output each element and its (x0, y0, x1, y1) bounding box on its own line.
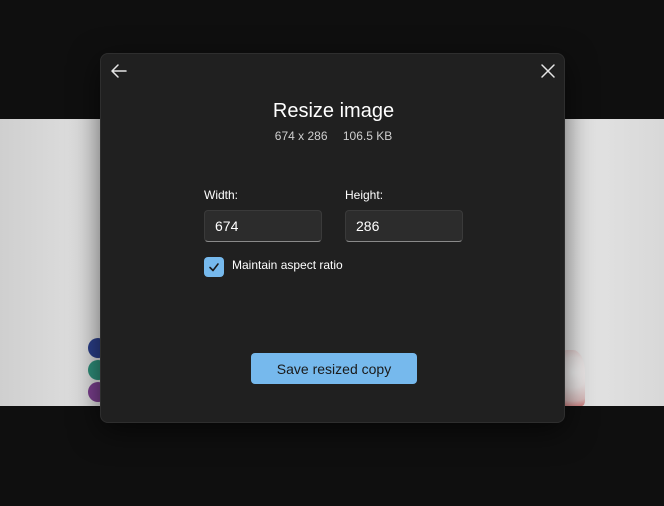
checkmark-icon (209, 263, 219, 272)
image-dimensions: 674 x 286 (274, 129, 328, 143)
save-resized-copy-button[interactable]: Save resized copy (251, 353, 417, 384)
close-icon (541, 64, 555, 78)
back-button[interactable] (105, 57, 133, 85)
dialog-title: Resize image (272, 100, 395, 122)
maintain-aspect-ratio-label: Maintain aspect ratio (232, 258, 343, 272)
width-label: Width: (204, 188, 239, 202)
height-input[interactable] (345, 210, 463, 242)
checkbox-box[interactable] (204, 257, 224, 277)
arrow-left-icon (111, 64, 127, 78)
maintain-aspect-ratio-checkbox[interactable]: Maintain aspect ratio (204, 257, 343, 277)
close-button[interactable] (534, 57, 562, 85)
image-file-size: 106.5 KB (342, 129, 393, 143)
image-info: 674 x 286 106.5 KB (101, 129, 566, 143)
height-label: Height: (345, 188, 384, 202)
resize-dialog: Resize image 674 x 286 106.5 KB Width: H… (100, 53, 565, 423)
width-input[interactable] (204, 210, 322, 242)
